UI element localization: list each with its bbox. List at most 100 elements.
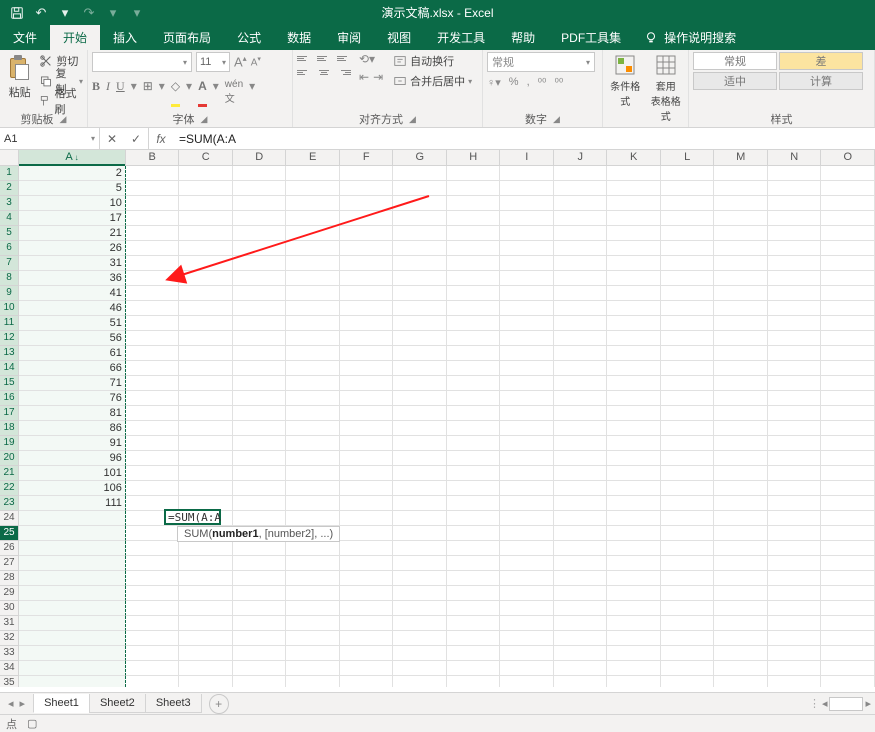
cell-M4[interactable] <box>714 211 768 226</box>
cell-J1[interactable] <box>554 166 608 181</box>
cell-M14[interactable] <box>714 361 768 376</box>
cell-F6[interactable] <box>340 241 394 256</box>
cell-L21[interactable] <box>661 466 715 481</box>
cell-F11[interactable] <box>340 316 394 331</box>
cell-F1[interactable] <box>340 166 394 181</box>
cell-B18[interactable] <box>126 421 180 436</box>
cell-K30[interactable] <box>607 601 661 616</box>
row-header-32[interactable]: 32 <box>0 631 18 646</box>
cell-G14[interactable] <box>393 361 447 376</box>
cell-A15[interactable]: 71 <box>19 376 126 391</box>
cell-M24[interactable] <box>714 511 768 526</box>
cell-I28[interactable] <box>500 571 554 586</box>
cell-G19[interactable] <box>393 436 447 451</box>
cell-H14[interactable] <box>447 361 501 376</box>
cell-D12[interactable] <box>233 331 287 346</box>
cell-L10[interactable] <box>661 301 715 316</box>
align-launcher[interactable]: ◢ <box>409 114 416 125</box>
cell-K12[interactable] <box>607 331 661 346</box>
cell-B29[interactable] <box>126 586 180 601</box>
cell-M10[interactable] <box>714 301 768 316</box>
cell-I19[interactable] <box>500 436 554 451</box>
cell-I33[interactable] <box>500 646 554 661</box>
cell-N26[interactable] <box>768 541 822 556</box>
col-header-A[interactable]: A↓ <box>19 150 126 165</box>
row-header-19[interactable]: 19 <box>0 436 18 451</box>
macro-record-icon[interactable]: ▢ <box>27 717 37 730</box>
hscroll-track[interactable] <box>829 697 863 711</box>
cell-N27[interactable] <box>768 556 822 571</box>
cell-B1[interactable] <box>126 166 180 181</box>
cell-E15[interactable] <box>286 376 340 391</box>
cell-L4[interactable] <box>661 211 715 226</box>
cell-A26[interactable] <box>19 541 126 556</box>
cell-I2[interactable] <box>500 181 554 196</box>
row-header-13[interactable]: 13 <box>0 346 18 361</box>
cell-E14[interactable] <box>286 361 340 376</box>
cell-F10[interactable] <box>340 301 394 316</box>
cell-F21[interactable] <box>340 466 394 481</box>
row-header-27[interactable]: 27 <box>0 556 18 571</box>
decrease-decimal[interactable]: ⁰⁰ <box>554 76 563 89</box>
cell-M20[interactable] <box>714 451 768 466</box>
cell-I13[interactable] <box>500 346 554 361</box>
italic-button[interactable]: I <box>106 79 110 105</box>
cell-D27[interactable] <box>233 556 287 571</box>
style-calc[interactable]: 计算 <box>779 72 863 90</box>
cell-D30[interactable] <box>233 601 287 616</box>
row-header-22[interactable]: 22 <box>0 481 18 496</box>
tab-split[interactable]: ⋮ <box>809 697 820 710</box>
paste-button[interactable]: 粘贴 <box>4 52 35 100</box>
cell-F33[interactable] <box>340 646 394 661</box>
underline-button[interactable]: U <box>116 79 125 105</box>
cell-I29[interactable] <box>500 586 554 601</box>
cell-D17[interactable] <box>233 406 287 421</box>
cell-A11[interactable]: 51 <box>19 316 126 331</box>
cell-A6[interactable]: 26 <box>19 241 126 256</box>
cell-A9[interactable]: 41 <box>19 286 126 301</box>
cell-J28[interactable] <box>554 571 608 586</box>
cell-K13[interactable] <box>607 346 661 361</box>
format-painter-button[interactable]: 格式刷 <box>39 92 83 110</box>
cell-H30[interactable] <box>447 601 501 616</box>
cell-F18[interactable] <box>340 421 394 436</box>
cell-L35[interactable] <box>661 676 715 687</box>
cell-J15[interactable] <box>554 376 608 391</box>
cell-I1[interactable] <box>500 166 554 181</box>
cell-C19[interactable] <box>179 436 233 451</box>
cell-I4[interactable] <box>500 211 554 226</box>
cell-B32[interactable] <box>126 631 180 646</box>
cell-E34[interactable] <box>286 661 340 676</box>
cell-O30[interactable] <box>821 601 875 616</box>
align-bottom[interactable] <box>337 52 351 64</box>
cell-J35[interactable] <box>554 676 608 687</box>
cell-F25[interactable] <box>340 526 394 541</box>
cell-G24[interactable] <box>393 511 447 526</box>
cell-G25[interactable] <box>393 526 447 541</box>
undo-dropdown[interactable]: ▾ <box>54 3 76 23</box>
cell-N9[interactable] <box>768 286 822 301</box>
cell-O35[interactable] <box>821 676 875 687</box>
cell-A2[interactable]: 5 <box>19 181 126 196</box>
cell-J31[interactable] <box>554 616 608 631</box>
cell-M29[interactable] <box>714 586 768 601</box>
cell-G27[interactable] <box>393 556 447 571</box>
cell-G31[interactable] <box>393 616 447 631</box>
sheet-nav-next[interactable]: ▸ <box>20 697 26 710</box>
tab-page-layout[interactable]: 页面布局 <box>150 25 224 50</box>
cell-A20[interactable]: 96 <box>19 451 126 466</box>
redo-button[interactable]: ↷ <box>78 3 100 23</box>
cell-D4[interactable] <box>233 211 287 226</box>
cell-C17[interactable] <box>179 406 233 421</box>
cell-G21[interactable] <box>393 466 447 481</box>
grow-font-button[interactable]: A▴ <box>234 54 247 69</box>
cell-E5[interactable] <box>286 226 340 241</box>
cell-C1[interactable] <box>179 166 233 181</box>
cell-E13[interactable] <box>286 346 340 361</box>
cell-A31[interactable] <box>19 616 126 631</box>
cell-E6[interactable] <box>286 241 340 256</box>
cell-K27[interactable] <box>607 556 661 571</box>
cell-K4[interactable] <box>607 211 661 226</box>
cell-H1[interactable] <box>447 166 501 181</box>
cell-J11[interactable] <box>554 316 608 331</box>
